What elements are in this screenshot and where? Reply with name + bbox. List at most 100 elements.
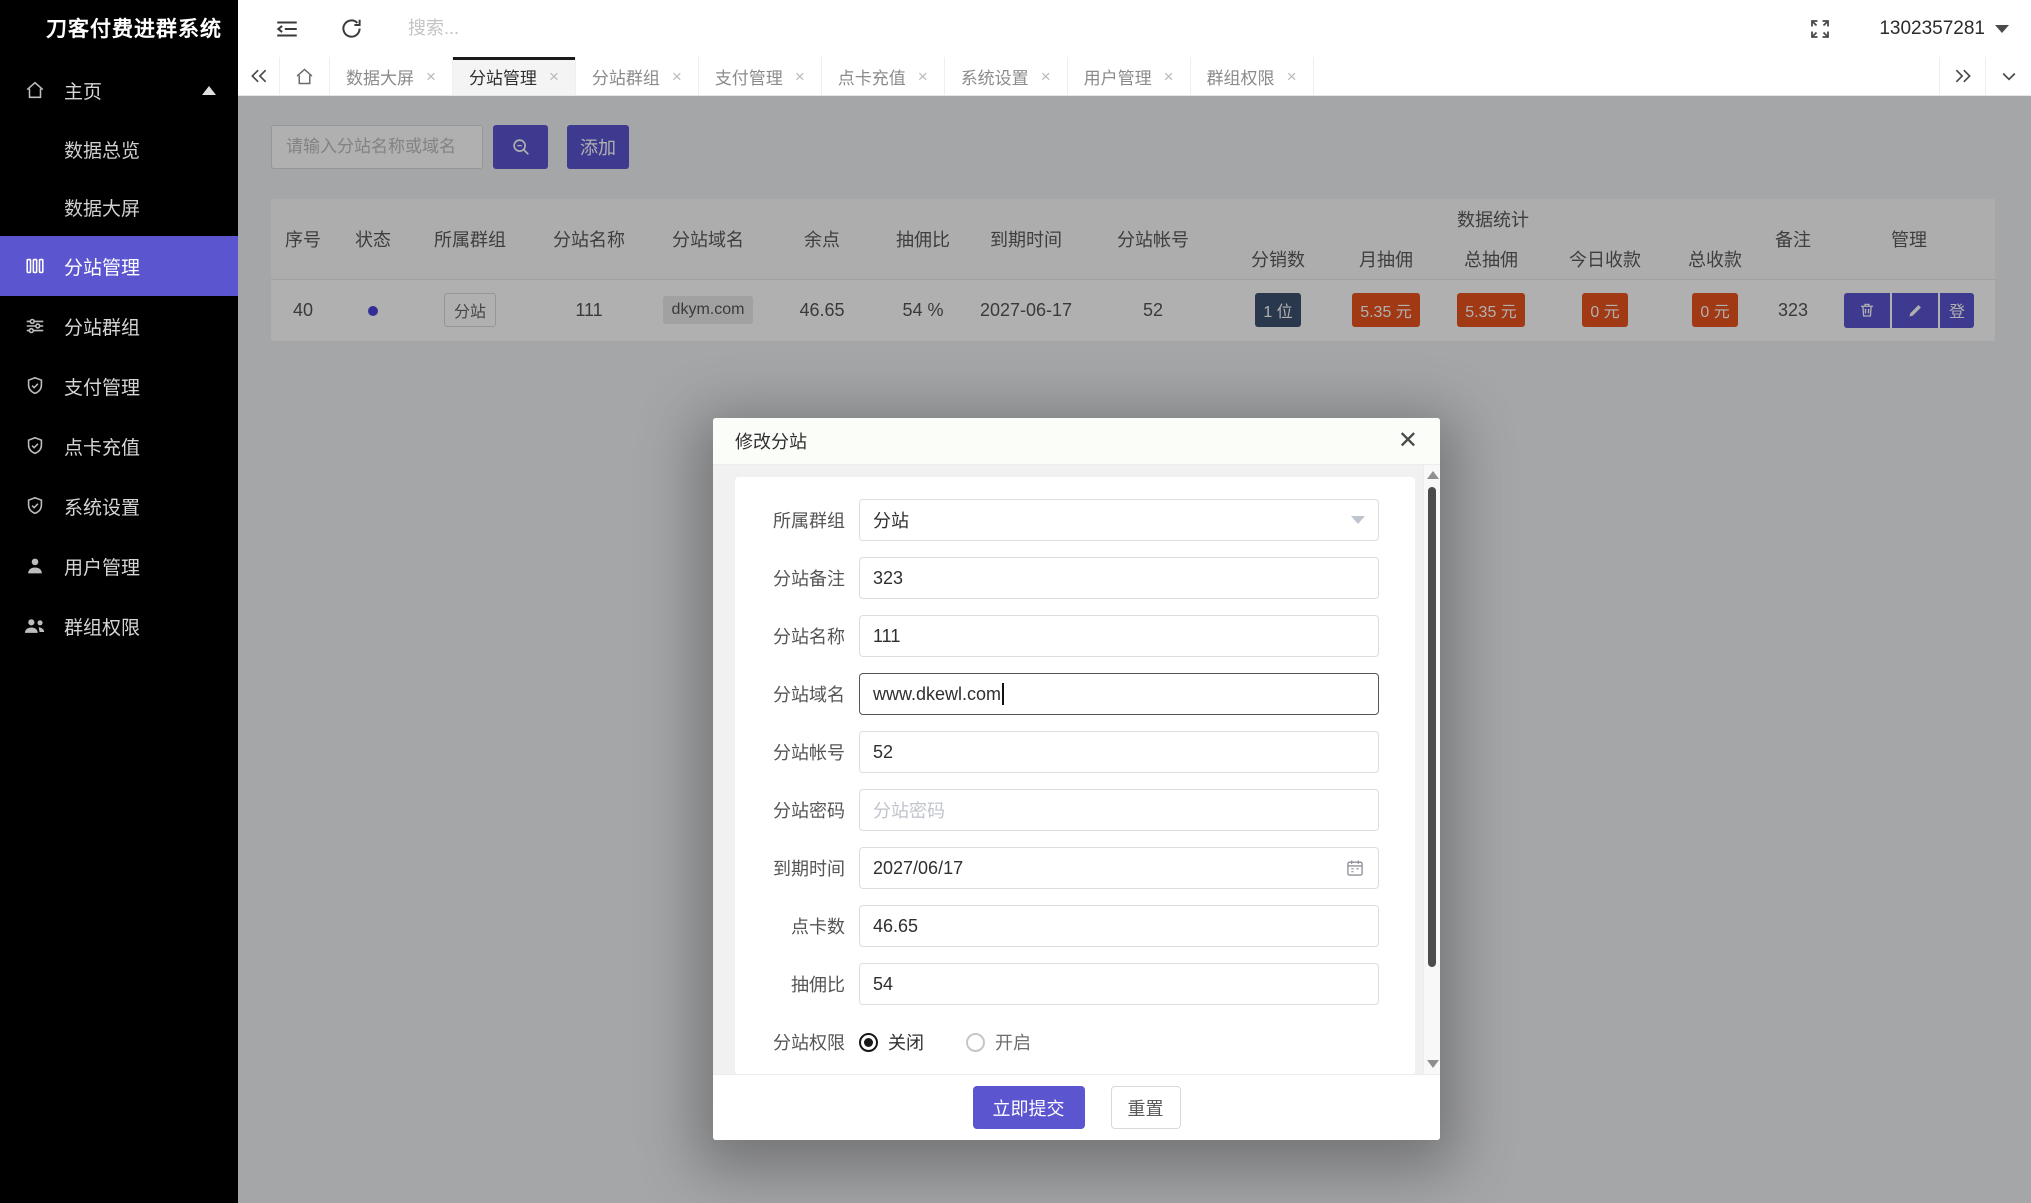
form-row-name: 分站名称 111 [749,615,1393,657]
group-select[interactable]: 分站 [859,499,1379,541]
rate-field[interactable]: 54 [859,963,1379,1005]
tab-card-recharge[interactable]: 点卡充值 × [822,57,945,95]
form-row-group: 所属群组 分站 [749,499,1393,541]
user-icon [22,553,48,579]
tab-label: 分站群组 [591,68,660,88]
close-icon[interactable]: × [1164,68,1174,85]
scroll-down-icon[interactable] [1427,1060,1439,1068]
field-label: 分站帐号 [773,743,845,763]
remark-field[interactable]: 323 [859,557,1379,599]
close-icon[interactable]: × [426,68,436,85]
tabs-scroll-right-icon[interactable] [1939,57,1985,95]
sidebar-item-data-overview[interactable]: 数据总览 [0,120,238,178]
user-id: 1302357281 [1879,17,1985,39]
collapse-menu-icon[interactable] [272,14,302,44]
field-value: 54 [873,973,894,994]
close-icon[interactable]: × [549,68,559,85]
permission-off-radio[interactable]: 关闭 [859,1029,924,1055]
sliders-icon [22,313,48,339]
modal-footer: 立即提交 重置 [713,1074,1440,1140]
form-row-rate: 抽佣比 54 [749,963,1393,1005]
domain-field[interactable]: www.dkewl.com [859,673,1379,715]
modal-header: 修改分站 ✕ [713,418,1440,465]
form-row-domain: 分站域名 www.dkewl.com [749,673,1393,715]
edit-subsite-modal: 修改分站 ✕ 所属群组 分站 分站备注 323 分站名称 111 分站域名 ww… [713,418,1440,1140]
caret-up-icon [202,85,216,95]
tab-label: 用户管理 [1083,68,1152,88]
close-icon[interactable]: × [795,68,805,85]
user-menu[interactable]: 1302357281 [1879,18,2009,40]
tab-payment-manage[interactable]: 支付管理 × [699,57,822,95]
sidebar-item-label: 数据大屏 [64,198,141,220]
sidebar-item-label: 系统设置 [64,497,141,519]
close-icon[interactable]: × [918,68,928,85]
sidebar-item-user-manage[interactable]: 用户管理 [0,536,238,596]
tab-label: 群组权限 [1206,68,1275,88]
sidebar-item-subsite-manage[interactable]: 分站管理 [0,236,238,296]
sidebar: 刀客付费进群系统 主页 数据总览 数据大屏 分站管理 分站群组 支付管理 点卡充… [0,0,238,1203]
tab-subsite-manage[interactable]: 分站管理 × [452,57,576,95]
close-icon[interactable]: ✕ [1398,429,1418,453]
tabs-menu-icon[interactable] [1985,57,2031,95]
sidebar-item-payment-manage[interactable]: 支付管理 [0,356,238,416]
tab-group-permission[interactable]: 群组权限 × [1191,57,1314,95]
scroll-up-icon[interactable] [1427,471,1439,479]
tab-home[interactable] [280,57,330,95]
password-field[interactable]: 分站密码 [859,789,1379,831]
global-search-input[interactable] [408,18,748,39]
refresh-icon[interactable] [336,14,366,44]
select-value: 分站 [873,511,909,531]
sidebar-item-card-recharge[interactable]: 点卡充值 [0,416,238,476]
field-label: 分站备注 [773,569,845,589]
field-value: 323 [873,567,904,588]
tab-subsite-group[interactable]: 分站群组 × [576,57,699,95]
sidebar-item-label: 群组权限 [64,617,141,639]
close-icon[interactable]: × [1041,68,1051,85]
sidebar-item-subsite-group[interactable]: 分站群组 [0,296,238,356]
sidebar-item-system-settings[interactable]: 系统设置 [0,476,238,536]
sidebar-item-home[interactable]: 主页 [0,60,238,120]
reset-button[interactable]: 重置 [1110,1086,1181,1129]
sidebar-item-label: 点卡充值 [64,437,141,459]
permission-on-radio[interactable]: 开启 [966,1029,1031,1055]
field-label: 抽佣比 [791,975,845,995]
expire-date-field[interactable]: 2027/06/17 [859,847,1379,889]
radio-selected-icon [859,1032,878,1052]
form-row-expire: 到期时间 2027/06/17 [749,847,1393,889]
topbar-right: 1302357281 [1805,14,2031,44]
field-label: 所属群组 [773,511,845,531]
points-field[interactable]: 46.65 [859,905,1379,947]
form-row-remark: 分站备注 323 [749,557,1393,599]
text-cursor [1002,683,1005,705]
field-label: 分站权限 [773,1033,845,1053]
close-icon[interactable]: × [672,68,682,85]
field-value: 46.65 [873,915,919,936]
modal-body: 所属群组 分站 分站备注 323 分站名称 111 分站域名 www.dkewl… [713,465,1440,1074]
name-field[interactable]: 111 [859,615,1379,657]
tab-system-settings[interactable]: 系统设置 × [945,57,1068,95]
fullscreen-icon[interactable] [1805,14,1835,44]
field-label: 分站密码 [773,801,845,821]
caret-down-icon [1995,24,2009,33]
app-root: 刀客付费进群系统 主页 数据总览 数据大屏 分站管理 分站群组 支付管理 点卡充… [0,0,2031,1203]
sidebar-item-label: 支付管理 [64,377,141,399]
tab-data-screen[interactable]: 数据大屏 × [330,57,453,95]
shield-check-icon [22,373,48,399]
tab-label: 数据大屏 [346,68,414,88]
account-field[interactable]: 52 [859,731,1379,773]
modal-title: 修改分站 [735,432,807,452]
submit-button[interactable]: 立即提交 [972,1086,1085,1129]
tabs-scroll-left-icon[interactable] [238,57,280,95]
tab-user-manage[interactable]: 用户管理 × [1068,57,1191,95]
sidebar-item-data-screen[interactable]: 数据大屏 [0,178,238,236]
calendar-icon[interactable] [1345,858,1365,878]
home-icon [22,77,48,103]
shield-check-icon [22,433,48,459]
tab-label: 支付管理 [714,68,783,88]
form-row-permission: 分站权限 关闭 开启 [749,1021,1393,1063]
modal-scrollbar[interactable] [1423,465,1440,1074]
field-placeholder: 分站密码 [873,801,945,821]
close-icon[interactable]: × [1287,68,1297,85]
sidebar-item-group-permission[interactable]: 群组权限 [0,596,238,656]
scrollbar-thumb[interactable] [1428,487,1436,967]
